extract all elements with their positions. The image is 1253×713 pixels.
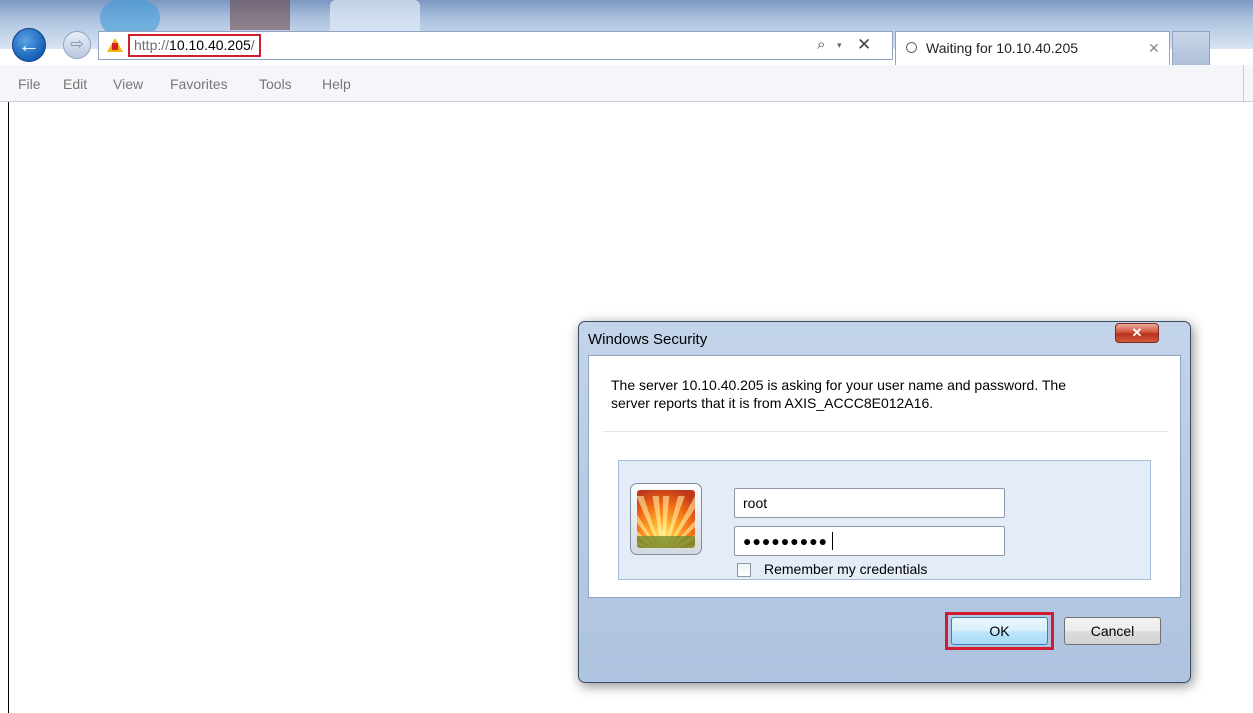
dialog-message: The server 10.10.40.205 is asking for yo…: [611, 376, 1163, 412]
certificate-warning-icon[interactable]: [107, 38, 123, 52]
menu-tools[interactable]: Tools: [259, 76, 292, 92]
url-host: 10.10.40.205: [169, 37, 251, 53]
tab-title: Waiting for 10.10.40.205: [926, 40, 1079, 56]
windows-security-dialog: Windows Security ✕ The server 10.10.40.2…: [578, 321, 1191, 683]
forward-arrow-icon: ⇨: [70, 36, 84, 53]
divider: [8, 102, 9, 713]
url-prefix: http://: [134, 37, 170, 53]
flower-picture-icon: [637, 490, 695, 548]
cancel-button[interactable]: Cancel: [1064, 617, 1161, 645]
menu-view[interactable]: View: [113, 76, 143, 92]
menu-bar: File Edit View Favorites Tools Help: [0, 65, 1253, 102]
tab-active[interactable]: Waiting for 10.10.40.205 ✕: [895, 31, 1170, 65]
chevron-down-icon[interactable]: ▾: [837, 40, 842, 51]
text-caret: [832, 532, 833, 550]
menu-edit[interactable]: Edit: [63, 76, 87, 92]
credential-panel: root ●●●●●●●●● Remember my credentials: [618, 460, 1151, 580]
remember-label[interactable]: Remember my credentials: [764, 561, 927, 577]
remember-checkbox[interactable]: [737, 563, 751, 577]
dialog-close-button[interactable]: ✕: [1115, 323, 1159, 343]
username-value: root: [743, 495, 768, 511]
dialog-body: The server 10.10.40.205 is asking for yo…: [588, 355, 1181, 598]
back-button[interactable]: ←: [12, 28, 46, 62]
dialog-title: Windows Security: [588, 331, 708, 348]
divider: [1243, 65, 1244, 102]
username-field[interactable]: root: [734, 488, 1005, 518]
forward-button[interactable]: ⇨: [63, 31, 91, 59]
menu-help[interactable]: Help: [322, 76, 351, 92]
search-icon[interactable]: ⌕: [817, 36, 825, 53]
loading-icon: [906, 42, 917, 53]
background-decoration: [230, 0, 290, 30]
message-line: The server 10.10.40.205 is asking for yo…: [611, 377, 1066, 393]
ok-button[interactable]: OK: [951, 617, 1048, 645]
menu-file[interactable]: File: [18, 76, 41, 92]
password-value: ●●●●●●●●●: [743, 533, 829, 549]
back-arrow-icon: ←: [18, 32, 40, 57]
close-icon: ✕: [1131, 325, 1143, 340]
separator: [603, 431, 1168, 432]
password-field[interactable]: ●●●●●●●●●: [734, 526, 1005, 556]
close-icon[interactable]: ✕: [1148, 40, 1160, 57]
address-bar[interactable]: http://10.10.40.205/ ⌕ ▾ ✕: [98, 31, 893, 60]
browser-chrome: ← ⇨ http://10.10.40.205/ ⌕ ▾ ✕ Waiting f…: [0, 0, 1253, 73]
user-avatar: [630, 483, 702, 555]
menu-favorites[interactable]: Favorites: [170, 76, 228, 92]
new-tab-button[interactable]: [1172, 31, 1210, 65]
stop-icon[interactable]: ✕: [857, 35, 871, 55]
url-highlight[interactable]: http://10.10.40.205/: [128, 34, 261, 57]
message-line: server reports that it is from AXIS_ACCC…: [611, 395, 934, 411]
url-suffix: /: [250, 37, 255, 53]
